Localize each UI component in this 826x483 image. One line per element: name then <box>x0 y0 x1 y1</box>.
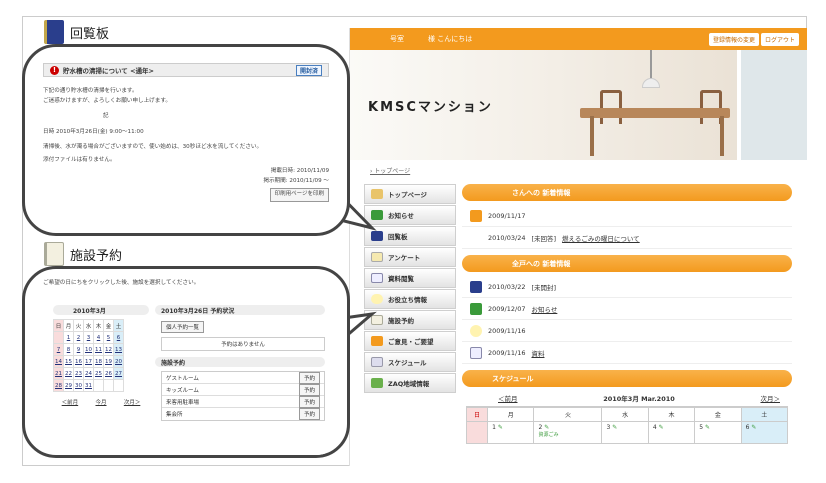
reserve-button[interactable]: 予約 <box>298 395 320 408</box>
facility-list: ゲストルーム 予約 キッズルーム 予約 来客用駐車場 予約 集会所 予約 <box>161 371 325 421</box>
next-month-link[interactable]: 次月＞ <box>124 398 141 406</box>
status-badge: 開封済 <box>295 64 322 76</box>
facility-list-title: 施設予約 <box>155 357 325 367</box>
mini-calendar-grid: 日 月 火 水 木 金 土 1 2 3 4 5 6 7 8 9 10 11 12… <box>53 319 124 392</box>
personal-list-button[interactable]: 個人予約一覧 <box>161 321 205 333</box>
reservation-panel: 2010年3月26日 予約状況 個人予約一覧 予約はありません 施設予約 ゲスト… <box>155 305 325 455</box>
reserve-button[interactable]: 予約 <box>298 408 320 420</box>
facility-row: 集会所 予約 <box>162 408 324 420</box>
prev-month-link[interactable]: ＜前月 <box>62 398 79 406</box>
facility-row: 来客用駐車場 予約 <box>162 395 324 408</box>
no-reservation-text: 予約はありません <box>161 337 325 351</box>
facility-instruction: ご希望の日にちをクリックした後、施設を選択してください。 <box>43 280 200 286</box>
kairan-callout: ! 貯水槽の清掃について <通年> 開封済 下記の通り貯水槽の清掃を行います。 … <box>22 44 350 236</box>
mini-calendar-month: 2010年3月 <box>53 305 149 315</box>
status-title: 2010年3月26日 予約状況 <box>155 305 325 315</box>
facility-callout: ご希望の日にちをクリックした後、施設を選択してください。 2010年3月 日 月… <box>22 266 350 458</box>
print-button[interactable]: 印刷用ページを印刷 <box>269 188 329 202</box>
mini-calendar-nav: ＜前月 今月 次月＞ <box>53 398 149 406</box>
current-month-link[interactable]: 今月 <box>95 398 106 406</box>
reserve-button[interactable]: 予約 <box>298 371 320 384</box>
notice-body: 下記の通り貯水槽の清掃を行います。 ご迷惑かけますが、よろしくお願い申し上げます… <box>43 87 329 202</box>
notice-header: ! 貯水槽の清掃について <通年> 開封済 <box>43 63 329 77</box>
facility-row: ゲストルーム 予約 <box>162 371 324 384</box>
notice-title: 貯水槽の清掃について <通年> <box>63 67 154 75</box>
reserve-button[interactable]: 予約 <box>298 383 320 396</box>
facility-row: キッズルーム 予約 <box>162 383 324 396</box>
alert-icon: ! <box>50 65 59 75</box>
mini-calendar: 2010年3月 日 月 火 水 木 金 土 1 2 3 4 5 6 7 8 9 … <box>53 305 149 407</box>
